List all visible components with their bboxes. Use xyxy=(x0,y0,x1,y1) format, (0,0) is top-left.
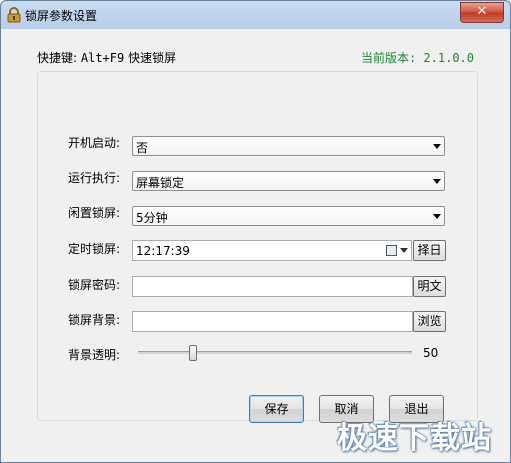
save-button[interactable]: 保存 xyxy=(249,395,304,423)
show-password-button[interactable]: 明文 xyxy=(413,276,446,297)
startup-select-value: 否 xyxy=(136,141,149,155)
window-title: 锁屏参数设置 xyxy=(25,9,98,23)
timer-value: 12:17:39 xyxy=(136,244,190,258)
opacity-slider-thumb[interactable] xyxy=(188,345,197,361)
idle-select[interactable]: 5分钟 xyxy=(132,206,445,226)
watermark-logo: 极速下载站 xyxy=(337,421,492,456)
action-label: 运行执行: xyxy=(68,171,121,185)
shortcut-prefix: 快捷键: xyxy=(37,51,78,65)
chevron-down-icon[interactable] xyxy=(400,248,408,253)
timer-label: 定时锁屏: xyxy=(68,242,121,256)
lock-icon xyxy=(7,7,21,23)
action-select-value: 屏幕锁定 xyxy=(136,176,185,190)
shortcut-action: 快速锁屏 xyxy=(128,51,177,65)
browse-button[interactable]: 浏览 xyxy=(413,311,446,332)
client-area: 快捷键: Alt+F9 快速锁屏 当前版本: 2.1.0.0 开机启动: 否 运… xyxy=(7,29,504,456)
title-bar[interactable]: 锁屏参数设置 ✕ xyxy=(1,1,510,29)
settings-panel: 开机启动: 否 运行执行: 屏幕锁定 闲置锁屏: 5分钟 定时锁屏: 12:17… xyxy=(37,71,478,421)
chevron-down-icon xyxy=(433,179,441,184)
startup-select[interactable]: 否 xyxy=(132,136,445,156)
close-button[interactable]: ✕ xyxy=(460,2,504,23)
shortcut-keys: Alt+F9 xyxy=(80,51,125,65)
password-input[interactable] xyxy=(132,276,413,297)
background-path-input[interactable] xyxy=(132,311,413,332)
idle-label: 闲置锁屏: xyxy=(68,206,121,220)
pick-date-button[interactable]: 择日 xyxy=(413,240,446,261)
settings-panel-body: 开机启动: 否 运行执行: 屏幕锁定 闲置锁屏: 5分钟 定时锁屏: 12:17… xyxy=(38,72,477,420)
action-select[interactable]: 屏幕锁定 xyxy=(132,171,445,191)
startup-label: 开机启动: xyxy=(68,136,121,150)
close-icon: ✕ xyxy=(476,4,488,19)
version-label: 当前版本: 2.1.0.0 xyxy=(360,51,474,65)
opacity-label: 背景透明: xyxy=(68,348,121,362)
shortcut-info: 快捷键: Alt+F9 快速锁屏 xyxy=(37,49,176,66)
password-label: 锁屏密码: xyxy=(68,278,121,292)
idle-select-value: 5分钟 xyxy=(136,211,168,225)
opacity-value: 50 xyxy=(423,346,439,360)
settings-window: 锁屏参数设置 ✕ 快捷键: Alt+F9 快速锁屏 当前版本: 2.1.0.0 … xyxy=(0,0,511,463)
chevron-down-icon xyxy=(433,144,441,149)
calendar-icon[interactable] xyxy=(386,245,397,256)
chevron-down-icon xyxy=(433,214,441,219)
background-label: 锁屏背景: xyxy=(68,313,121,327)
timer-datetime-field[interactable]: 12:17:39 xyxy=(132,240,412,261)
opacity-slider-track[interactable] xyxy=(138,351,412,354)
